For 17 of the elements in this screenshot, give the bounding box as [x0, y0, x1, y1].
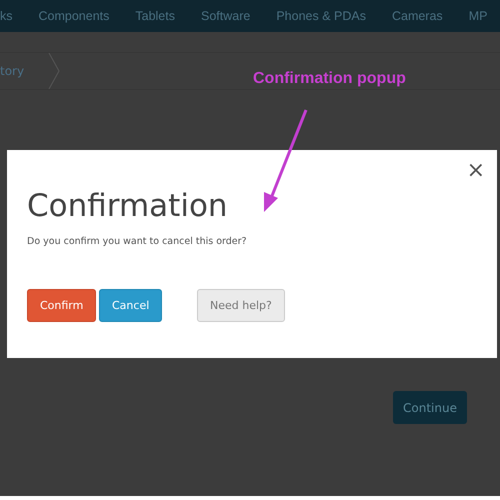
- breadcrumb-link[interactable]: tory: [0, 64, 48, 78]
- nav-link[interactable]: Phones & PDAs: [276, 9, 366, 23]
- nav-link[interactable]: Software: [200, 9, 250, 23]
- nav-link[interactable]: Tablets: [135, 9, 175, 23]
- help-button[interactable]: Need help?: [197, 289, 285, 322]
- nav-link[interactable]: Components: [38, 9, 110, 23]
- nav-link[interactable]: ks: [0, 9, 12, 23]
- cancel-button[interactable]: Cancel: [99, 289, 162, 322]
- modal-message: Do you confirm you want to cancel this order?: [27, 236, 248, 247]
- nav-link[interactable]: Cameras: [392, 9, 443, 23]
- modal-title: Confirmation: [27, 187, 229, 226]
- close-button[interactable]: ×: [466, 160, 485, 182]
- continue-button[interactable]: Continue: [393, 391, 467, 424]
- confirm-button[interactable]: Confirm: [27, 289, 96, 322]
- nav-link[interactable]: MP: [468, 9, 488, 23]
- annotation-text: Confirmation popup: [253, 70, 406, 88]
- chevron-icon: [48, 53, 60, 89]
